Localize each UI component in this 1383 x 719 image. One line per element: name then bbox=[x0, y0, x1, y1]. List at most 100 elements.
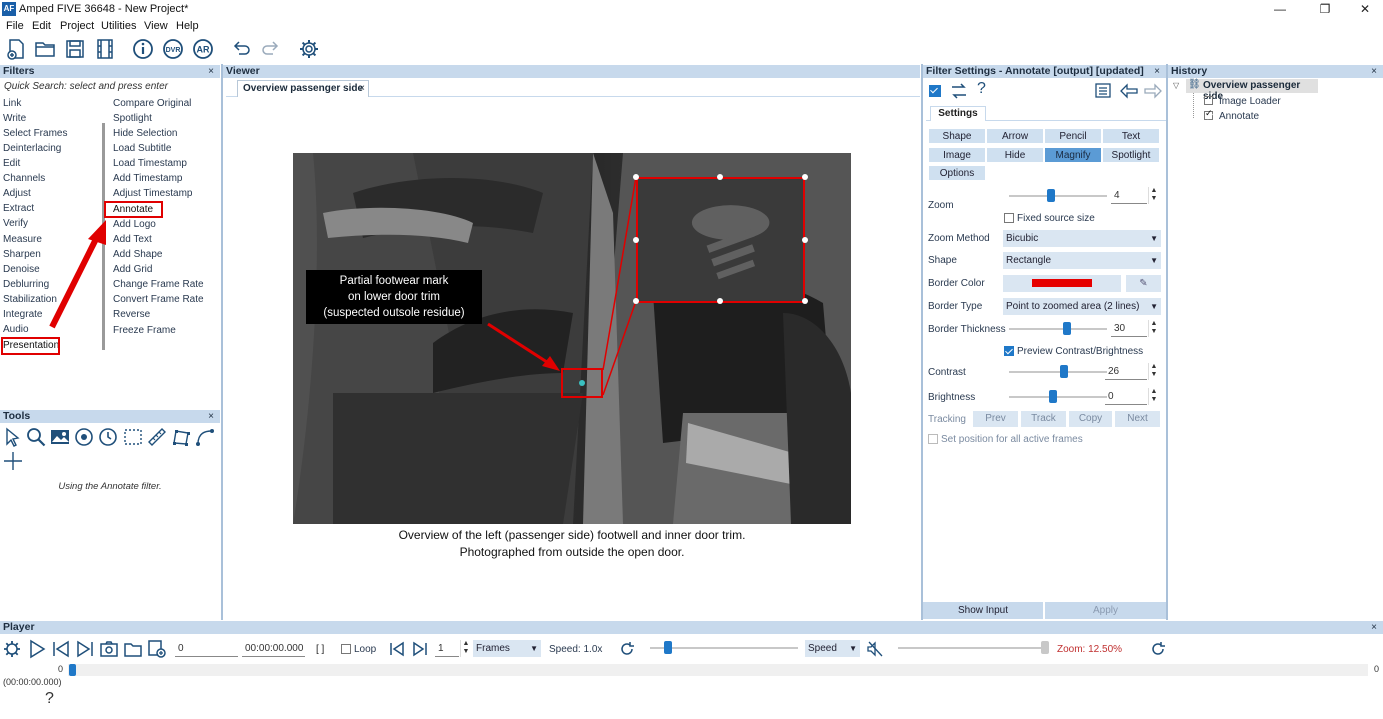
step-size-input[interactable]: 1 bbox=[435, 640, 459, 657]
contrast-thumb[interactable] bbox=[1060, 365, 1068, 378]
category-item[interactable]: Sharpen bbox=[3, 249, 41, 260]
preset-list-icon[interactable] bbox=[1094, 82, 1114, 100]
left-splitter[interactable] bbox=[221, 64, 223, 620]
previous-filter-icon[interactable] bbox=[1119, 83, 1139, 99]
filter-item[interactable]: Spotlight bbox=[113, 113, 152, 124]
save-icon[interactable] bbox=[63, 37, 87, 61]
category-item[interactable]: Select Frames bbox=[3, 128, 67, 139]
brightness-slider[interactable] bbox=[1009, 396, 1107, 398]
redo-icon[interactable] bbox=[259, 37, 283, 61]
tools-close-button[interactable]: × bbox=[208, 410, 214, 423]
step-back-icon[interactable] bbox=[388, 640, 406, 658]
reset-speed-icon[interactable] bbox=[618, 640, 636, 658]
menu-file[interactable]: File bbox=[6, 20, 24, 32]
category-item[interactable]: Adjust bbox=[3, 188, 31, 199]
enable-filter-checkbox[interactable] bbox=[929, 85, 941, 97]
open-folder-icon[interactable] bbox=[33, 37, 57, 61]
zoom-tool-icon[interactable] bbox=[26, 427, 46, 447]
category-item[interactable]: Deinterlacing bbox=[3, 143, 61, 154]
filter-item[interactable]: Load Subtitle bbox=[113, 143, 171, 154]
new-project-icon[interactable] bbox=[4, 37, 28, 61]
image-tool-icon[interactable] bbox=[50, 427, 70, 447]
border-thickness-input[interactable]: 30 bbox=[1111, 320, 1147, 337]
tracking-copy-button[interactable]: Copy bbox=[1069, 411, 1112, 427]
menu-help[interactable]: Help bbox=[176, 20, 199, 32]
tracking-next-button[interactable]: Next bbox=[1115, 411, 1160, 427]
filter-item[interactable]: Change Frame Rate bbox=[113, 279, 204, 290]
history-root-item[interactable]: ⛓ Overview passenger side bbox=[1186, 79, 1318, 102]
border-thickness-slider[interactable] bbox=[1009, 328, 1107, 330]
maximize-button[interactable]: ❐ bbox=[1310, 1, 1340, 18]
filter-item[interactable]: Add Shape bbox=[113, 249, 163, 260]
filter-item[interactable]: Hide Selection bbox=[113, 128, 177, 139]
speed-slider[interactable] bbox=[650, 647, 798, 649]
pointer-icon[interactable] bbox=[3, 427, 23, 447]
right-splitter[interactable] bbox=[1166, 64, 1168, 620]
speed-mode-select[interactable]: Speed ▼ bbox=[805, 640, 860, 657]
source-center-handle[interactable] bbox=[579, 380, 585, 386]
shape-tab-options[interactable]: Options bbox=[928, 165, 986, 181]
history-item-annotate[interactable]: Annotate bbox=[1219, 111, 1259, 122]
polygon-tool-icon[interactable] bbox=[171, 427, 191, 447]
expand-chevron-icon[interactable]: ▽ bbox=[1173, 81, 1179, 90]
menu-view[interactable]: View bbox=[144, 20, 168, 32]
filter-item[interactable]: Adjust Timestamp bbox=[113, 188, 192, 199]
show-input-button[interactable]: Show Input bbox=[923, 602, 1043, 619]
menu-project[interactable]: Project bbox=[60, 20, 94, 32]
middle-splitter[interactable] bbox=[921, 64, 923, 620]
timeline-playhead[interactable] bbox=[69, 664, 76, 676]
next-filter-icon[interactable] bbox=[1143, 83, 1163, 99]
step-forward-icon[interactable] bbox=[411, 640, 429, 658]
zoom-method-select[interactable]: Bicubic ▼ bbox=[1003, 230, 1161, 247]
category-item[interactable]: Denoise bbox=[3, 264, 40, 275]
tab-overview-passenger-side[interactable]: Overview passenger side × bbox=[237, 80, 369, 97]
mute-icon[interactable] bbox=[866, 640, 884, 658]
border-type-select[interactable]: Point to zoomed area (2 lines) ▼ bbox=[1003, 298, 1161, 315]
loop-checkbox[interactable] bbox=[341, 644, 351, 654]
filter-item[interactable]: Convert Frame Rate bbox=[113, 294, 204, 305]
player-settings-icon[interactable] bbox=[2, 639, 22, 659]
add-bookmark-icon[interactable] bbox=[147, 639, 167, 659]
shape-tab-magnify[interactable]: Magnify bbox=[1044, 147, 1102, 163]
eyedropper-icon[interactable]: ✎ bbox=[1126, 275, 1161, 292]
snapshot-icon[interactable] bbox=[99, 639, 119, 659]
category-item[interactable]: Verify bbox=[3, 218, 28, 229]
first-frame-icon[interactable] bbox=[51, 639, 71, 659]
menu-utilities[interactable]: Utilities bbox=[101, 20, 136, 32]
filter-item[interactable]: Load Timestamp bbox=[113, 158, 187, 169]
history-close-button[interactable]: × bbox=[1371, 65, 1377, 78]
filters-close-button[interactable]: × bbox=[208, 65, 214, 78]
clock-tool-icon[interactable] bbox=[98, 427, 118, 447]
step-size-spinner[interactable]: ▲ ▼ bbox=[460, 640, 471, 657]
border-thickness-thumb[interactable] bbox=[1063, 322, 1071, 335]
minimize-button[interactable]: — bbox=[1265, 1, 1295, 18]
menu-edit[interactable]: Edit bbox=[32, 20, 51, 32]
annotation-callout-box[interactable]: Partial footwear mark on lower door trim… bbox=[306, 270, 482, 324]
filter-item[interactable]: Freeze Frame bbox=[113, 325, 176, 336]
shape-tab-pencil[interactable]: Pencil bbox=[1044, 128, 1102, 144]
player-close-button[interactable]: × bbox=[1371, 621, 1377, 634]
contrast-spinner[interactable]: ▲ ▼ bbox=[1148, 363, 1159, 380]
frame-number-input[interactable]: 0 bbox=[175, 640, 238, 657]
selection-brackets[interactable]: [ ] bbox=[316, 644, 324, 655]
border-thickness-spinner[interactable]: ▲ ▼ bbox=[1148, 320, 1159, 337]
contrast-slider[interactable] bbox=[1009, 371, 1107, 373]
filter-item[interactable]: Reverse bbox=[113, 309, 150, 320]
volume-slider[interactable] bbox=[898, 647, 1046, 649]
zoom-value-input[interactable]: 4 bbox=[1111, 187, 1147, 204]
reset-zoom-icon[interactable] bbox=[1149, 640, 1167, 658]
shape-select[interactable]: Rectangle ▼ bbox=[1003, 252, 1161, 269]
last-frame-icon[interactable] bbox=[75, 639, 95, 659]
filter-search-input[interactable]: Quick Search: select and press enter bbox=[4, 81, 219, 95]
brightness-thumb[interactable] bbox=[1049, 390, 1057, 403]
shape-tab-shape[interactable]: Shape bbox=[928, 128, 986, 144]
zoom-slider-thumb[interactable] bbox=[1047, 189, 1055, 202]
speed-slider-thumb[interactable] bbox=[664, 641, 672, 654]
category-item[interactable]: Extract bbox=[3, 203, 34, 214]
player-help-button[interactable]: ? bbox=[45, 690, 54, 708]
category-item[interactable]: Channels bbox=[3, 173, 45, 184]
border-color-button[interactable] bbox=[1003, 275, 1121, 292]
brightness-spinner[interactable]: ▲ ▼ bbox=[1148, 388, 1159, 405]
category-item[interactable]: Link bbox=[3, 98, 21, 109]
film-icon[interactable] bbox=[93, 37, 117, 61]
